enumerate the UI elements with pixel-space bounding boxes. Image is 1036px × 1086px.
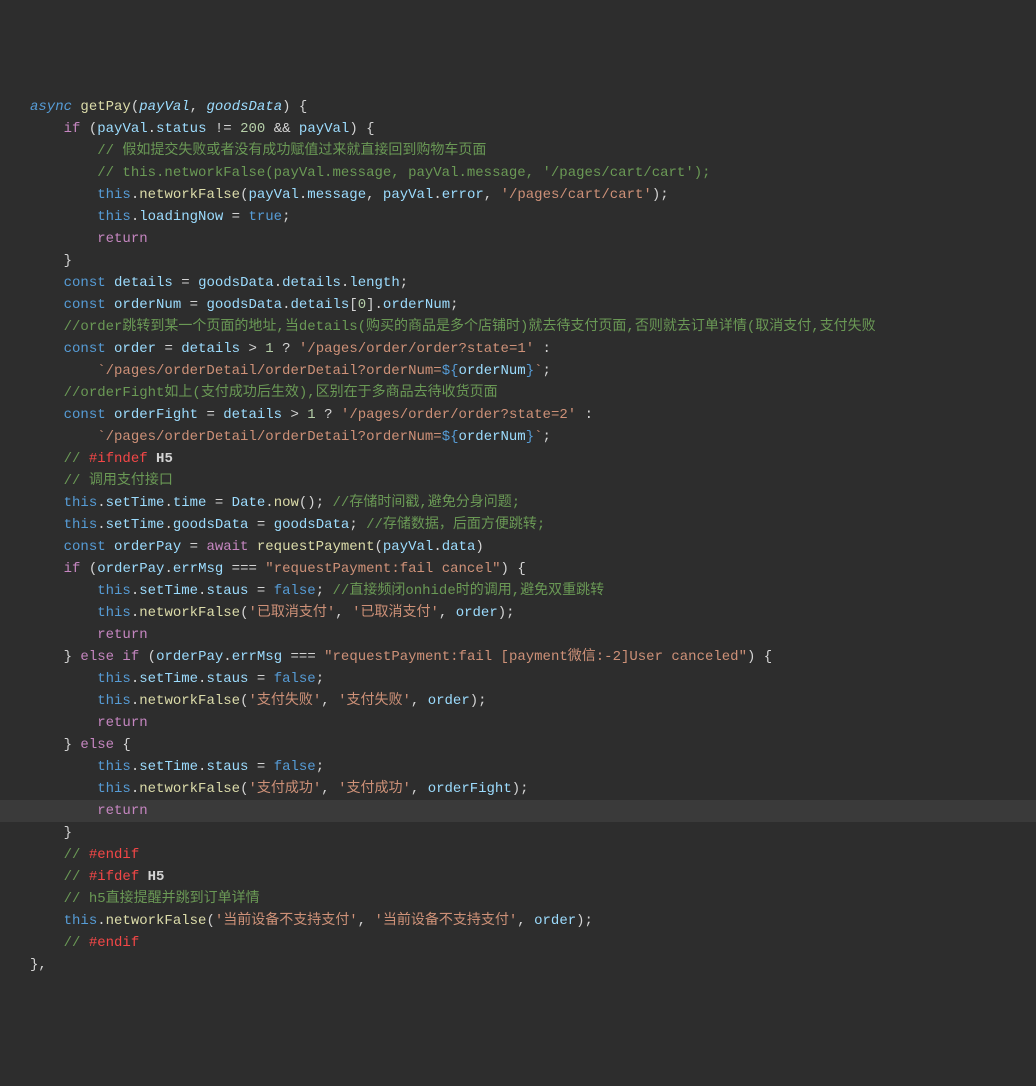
code-line: this.setTime.staus = false; xyxy=(30,756,1036,778)
code-editor[interactable]: async getPay(payVal, goodsData) { if (pa… xyxy=(30,96,1036,976)
code-line: // 假如提交失败或者没有成功赋值过来就直接回到购物车页面 xyxy=(30,140,1036,162)
code-line: const details = goodsData.details.length… xyxy=(30,272,1036,294)
code-line: return xyxy=(30,712,1036,734)
code-line: // 调用支付接口 xyxy=(30,470,1036,492)
code-line: const orderPay = await requestPayment(pa… xyxy=(30,536,1036,558)
code-line: this.setTime.time = Date.now(); //存储时间戳,… xyxy=(30,492,1036,514)
code-line: } else if (orderPay.errMsg === "requestP… xyxy=(30,646,1036,668)
code-line: this.setTime.staus = false; //直接频闭onhide… xyxy=(30,580,1036,602)
code-line: if (payVal.status != 200 && payVal) { xyxy=(30,118,1036,140)
code-line: if (orderPay.errMsg === "requestPayment:… xyxy=(30,558,1036,580)
code-line-highlighted: return xyxy=(0,800,1036,822)
code-line: } xyxy=(30,250,1036,272)
code-line: // #ifdef H5 xyxy=(30,866,1036,888)
code-line: this.networkFalse(payVal.message, payVal… xyxy=(30,184,1036,206)
code-line: // #ifndef H5 xyxy=(30,448,1036,470)
code-line: `/pages/orderDetail/orderDetail?orderNum… xyxy=(30,360,1036,382)
code-line: // h5直接提醒并跳到订单详情 xyxy=(30,888,1036,910)
code-line: const orderFight = details > 1 ? '/pages… xyxy=(30,404,1036,426)
code-line: }, xyxy=(30,954,1036,976)
code-line: return xyxy=(30,624,1036,646)
code-line: } xyxy=(30,822,1036,844)
code-line: `/pages/orderDetail/orderDetail?orderNum… xyxy=(30,426,1036,448)
code-line: this.networkFalse('当前设备不支持支付', '当前设备不支持支… xyxy=(30,910,1036,932)
code-line: this.networkFalse('支付成功', '支付成功', orderF… xyxy=(30,778,1036,800)
code-line: this.setTime.goodsData = goodsData; //存储… xyxy=(30,514,1036,536)
code-line: return xyxy=(30,228,1036,250)
code-line: //orderFight如上(支付成功后生效),区别在于多商品去待收货页面 xyxy=(30,382,1036,404)
code-line: //order跳转到某一个页面的地址,当details(购买的商品是多个店铺时)… xyxy=(30,316,1036,338)
code-line: async getPay(payVal, goodsData) { xyxy=(30,96,1036,118)
code-line: this.setTime.staus = false; xyxy=(30,668,1036,690)
code-line: this.networkFalse('支付失败', '支付失败', order)… xyxy=(30,690,1036,712)
code-line: } else { xyxy=(30,734,1036,756)
code-line: this.loadingNow = true; xyxy=(30,206,1036,228)
code-line: // this.networkFalse(payVal.message, pay… xyxy=(30,162,1036,184)
code-line: this.networkFalse('已取消支付', '已取消支付', orde… xyxy=(30,602,1036,624)
code-line: const order = details > 1 ? '/pages/orde… xyxy=(30,338,1036,360)
code-line: // #endif xyxy=(30,844,1036,866)
code-line: const orderNum = goodsData.details[0].or… xyxy=(30,294,1036,316)
code-line: // #endif xyxy=(30,932,1036,954)
